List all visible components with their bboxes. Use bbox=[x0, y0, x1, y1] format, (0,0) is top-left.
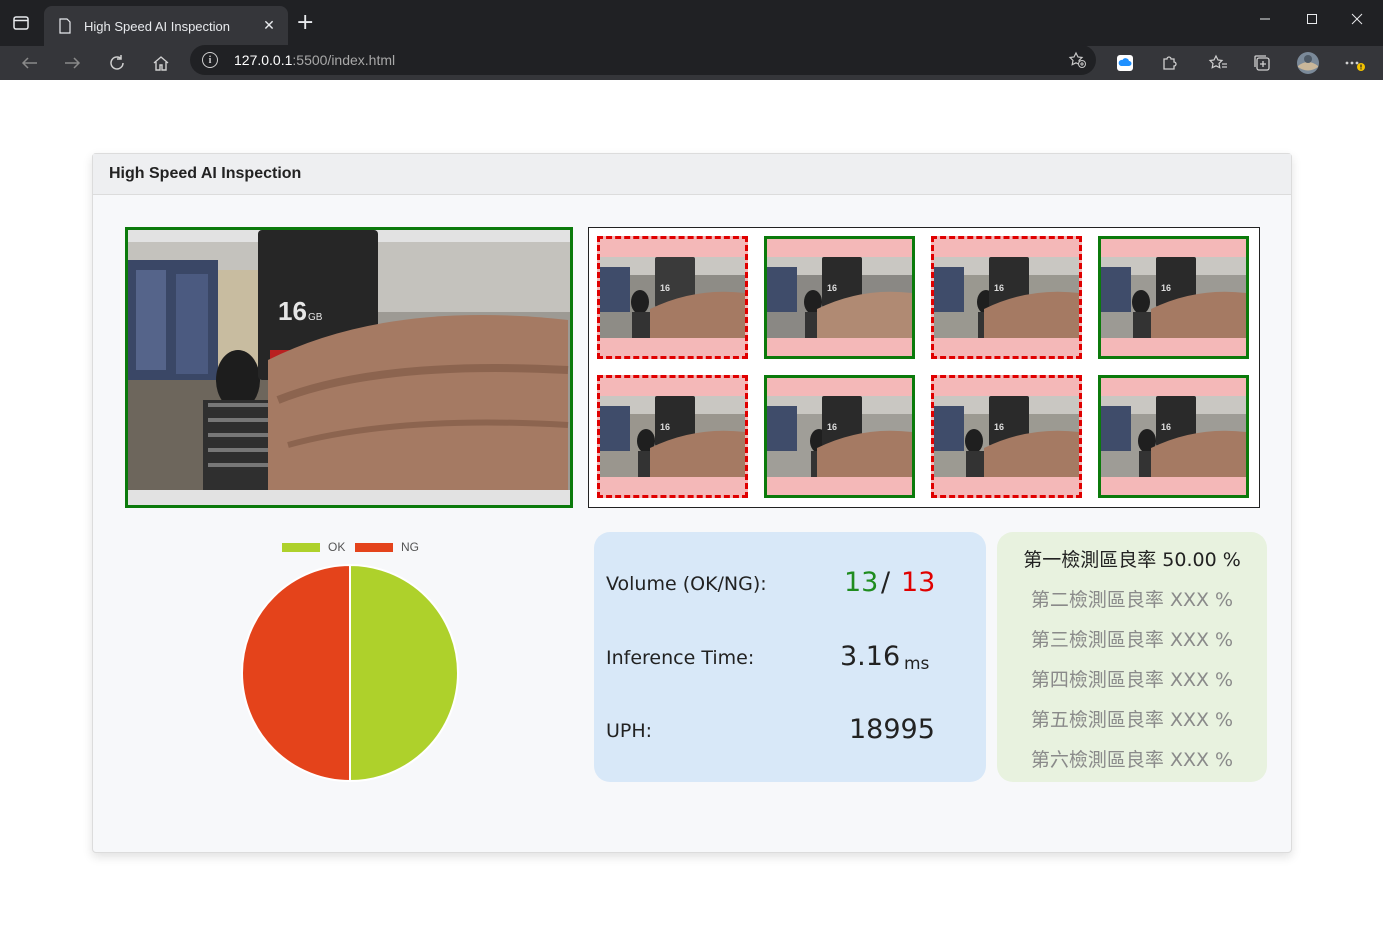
thumbnail-ok: 16 bbox=[1098, 236, 1249, 359]
tab-actions-icon[interactable] bbox=[10, 12, 32, 34]
thumbnail-ng: 16 bbox=[597, 375, 748, 498]
minimize-icon[interactable] bbox=[1259, 10, 1271, 29]
browser-titlebar: High Speed AI Inspection ✕ + bbox=[0, 0, 1383, 46]
thumbnail-image: 16 bbox=[934, 396, 1079, 477]
svg-text:16: 16 bbox=[278, 296, 307, 326]
volume-ok-count: 13 bbox=[844, 567, 879, 598]
legend-ng: NG bbox=[355, 540, 419, 554]
thumbnail-image: 16 bbox=[600, 257, 745, 338]
camera-main-view: 16 GB San bbox=[125, 227, 573, 508]
url-path: :5500/index.html bbox=[292, 52, 396, 68]
legend-ng-label: NG bbox=[401, 540, 419, 554]
thumbnail-grid: 16 16 16 16 16 16 16 16 bbox=[588, 227, 1260, 508]
browser-tab[interactable]: High Speed AI Inspection ✕ bbox=[44, 6, 288, 46]
yield-zone-5: 第五檢測區良率 XXX % bbox=[1030, 709, 1234, 731]
address-bar[interactable]: i 127.0.0.1:5500/index.html bbox=[190, 45, 1096, 75]
uph-value: 18995 bbox=[849, 714, 935, 745]
svg-text:16: 16 bbox=[660, 283, 670, 293]
forward-icon[interactable] bbox=[61, 51, 85, 75]
extension-cloud-icon[interactable] bbox=[1113, 51, 1137, 75]
camera-frame-image: 16 GB San bbox=[128, 230, 570, 505]
url-host: 127.0.0.1 bbox=[234, 52, 293, 68]
thumbnail-ok: 16 bbox=[764, 236, 915, 359]
thumbnail-image: 16 bbox=[767, 257, 912, 338]
reload-icon[interactable] bbox=[105, 51, 129, 75]
legend-ok-swatch bbox=[282, 542, 320, 552]
ok-ng-pie-chart bbox=[241, 564, 459, 783]
thumbnail-ok: 16 bbox=[1098, 375, 1249, 498]
page-title: High Speed AI Inspection bbox=[109, 165, 302, 182]
yield-rate-panel: 第一檢測區良率 50.00 % 第二檢測區良率 XXX % 第三檢測區良率 XX… bbox=[997, 532, 1267, 782]
svg-text:16: 16 bbox=[1161, 422, 1171, 432]
thumbnail-image: 16 bbox=[600, 396, 745, 477]
svg-text:GB: GB bbox=[308, 312, 323, 323]
svg-text:16: 16 bbox=[660, 422, 670, 432]
yield-zone-1: 第一檢測區良率 50.00 % bbox=[1023, 549, 1241, 571]
svg-text:16: 16 bbox=[994, 422, 1004, 432]
svg-text:16: 16 bbox=[1161, 283, 1171, 293]
uph-label: UPH: bbox=[606, 720, 653, 742]
add-favorite-icon[interactable] bbox=[1068, 51, 1086, 73]
inspection-card: High Speed AI Inspection 16 GB San bbox=[92, 153, 1292, 853]
thumbnail-image: 16 bbox=[767, 396, 912, 477]
tab-close-icon[interactable]: ✕ bbox=[260, 18, 278, 34]
legend-ng-swatch bbox=[355, 542, 393, 552]
inference-label: Inference Time: bbox=[606, 647, 755, 669]
back-icon[interactable] bbox=[17, 51, 41, 75]
yield-zone-6: 第六檢測區良率 XXX % bbox=[1030, 749, 1234, 771]
close-window-icon[interactable] bbox=[1351, 10, 1363, 29]
svg-text:16: 16 bbox=[994, 283, 1004, 293]
collections-icon[interactable] bbox=[1250, 51, 1274, 75]
thumbnail-ng: 16 bbox=[931, 375, 1082, 498]
volume-separator: / bbox=[881, 567, 891, 598]
legend-ok-label: OK bbox=[328, 540, 346, 554]
profile-avatar[interactable] bbox=[1295, 50, 1321, 76]
thumbnail-ok: 16 bbox=[764, 375, 915, 498]
svg-text:16: 16 bbox=[827, 283, 837, 293]
site-info-icon[interactable]: i bbox=[202, 52, 218, 68]
thumbnail-ng: 16 bbox=[597, 236, 748, 359]
new-tab-button[interactable]: + bbox=[296, 12, 314, 34]
pie-slice-ng[interactable] bbox=[241, 564, 351, 783]
svg-text:16: 16 bbox=[827, 422, 837, 432]
stats-panel: Volume (OK/NG): 13 / 13 Inference Time: … bbox=[594, 532, 986, 782]
thumbnail-image: 16 bbox=[934, 257, 1079, 338]
inference-unit: ms bbox=[904, 654, 930, 674]
favorites-icon[interactable] bbox=[1206, 51, 1230, 75]
card-header: High Speed AI Inspection bbox=[93, 154, 1291, 195]
volume-ng-count: 13 bbox=[901, 567, 936, 598]
legend-ok: OK bbox=[282, 540, 345, 554]
thumbnail-image: 16 bbox=[1101, 257, 1246, 338]
page-icon bbox=[59, 18, 71, 34]
extensions-puzzle-icon[interactable] bbox=[1157, 51, 1181, 75]
yield-zone-3: 第三檢測區良率 XXX % bbox=[1030, 629, 1234, 651]
yield-zone-2: 第二檢測區良率 XXX % bbox=[1030, 589, 1234, 611]
inference-value: 3.16 bbox=[840, 641, 901, 672]
yield-zone-4: 第四檢測區良率 XXX % bbox=[1030, 669, 1234, 691]
more-menu-icon[interactable] bbox=[1343, 51, 1367, 75]
thumbnail-ng: 16 bbox=[931, 236, 1082, 359]
thumbnail-image: 16 bbox=[1101, 396, 1246, 477]
volume-label: Volume (OK/NG): bbox=[606, 573, 767, 595]
home-icon[interactable] bbox=[149, 51, 173, 75]
pie-slice-ok[interactable] bbox=[349, 564, 459, 783]
tab-title: High Speed AI Inspection bbox=[84, 18, 230, 34]
maximize-icon[interactable] bbox=[1306, 10, 1318, 29]
